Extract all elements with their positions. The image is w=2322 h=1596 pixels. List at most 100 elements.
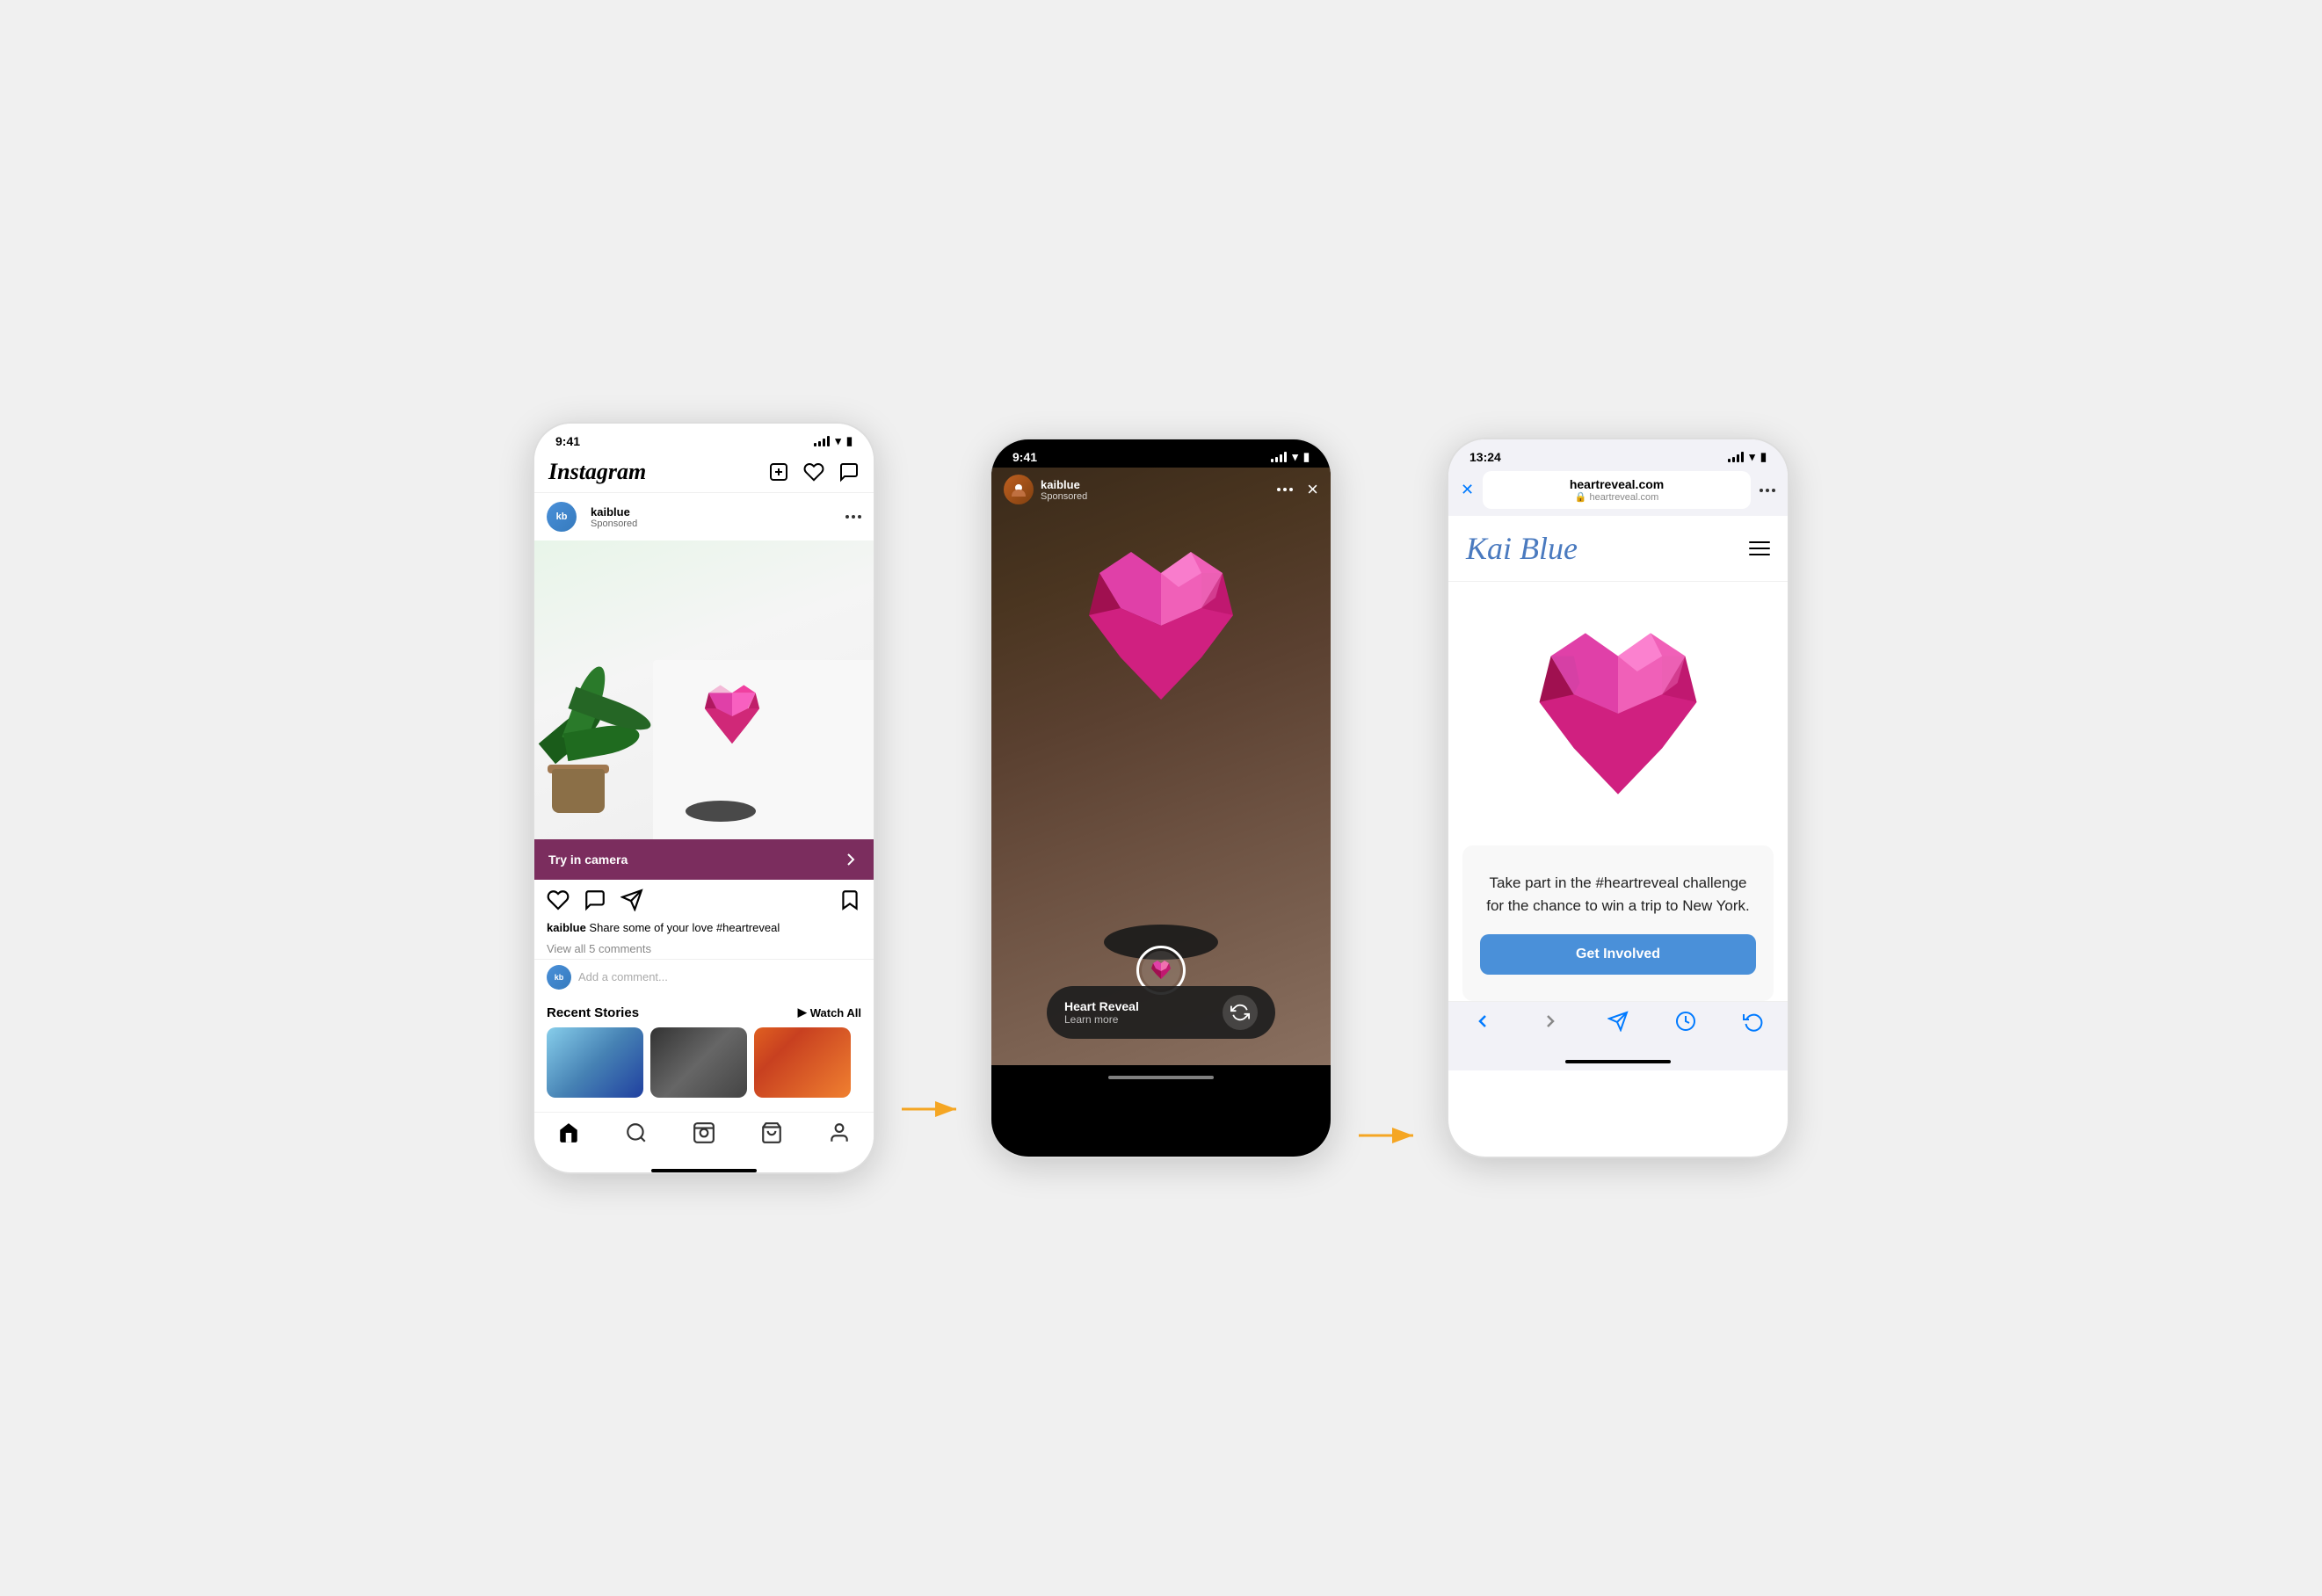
- camera-avatar: [1004, 475, 1034, 504]
- camera-username: kaiblue: [1041, 478, 1087, 491]
- shutter-heart-icon: [1149, 959, 1173, 982]
- battery-icon-1: ▮: [846, 434, 853, 448]
- heart-icon[interactable]: [803, 461, 824, 482]
- post-actions-left: [547, 889, 643, 911]
- camera-options-icon[interactable]: [1277, 488, 1293, 491]
- post-options-icon[interactable]: [845, 515, 861, 519]
- home-nav-icon[interactable]: [557, 1121, 580, 1144]
- like-action-icon[interactable]: [547, 889, 570, 911]
- browser-close-icon[interactable]: ✕: [1461, 481, 1474, 499]
- browser-options-icon[interactable]: [1760, 489, 1775, 492]
- signal-icon-1: [814, 436, 830, 446]
- back-navigation-icon[interactable]: [1472, 1011, 1493, 1032]
- view-comments-link[interactable]: View all 5 comments: [534, 942, 874, 959]
- browser-share-icon[interactable]: [1607, 1011, 1629, 1032]
- story-thumbnail-1[interactable]: [547, 1027, 643, 1098]
- camera-shutter-inner: [1142, 951, 1180, 990]
- plus-icon[interactable]: [768, 461, 789, 482]
- arrow-1: [902, 1097, 963, 1121]
- filter-name: Heart Reveal: [1064, 999, 1139, 1013]
- bookmark-icon[interactable]: [838, 889, 861, 911]
- status-icons-2: ▾ ▮: [1271, 450, 1310, 464]
- story-thumbnail-3[interactable]: [754, 1027, 851, 1098]
- battery-icon-2: ▮: [1303, 450, 1310, 464]
- ar-heart-small: [693, 681, 772, 751]
- instagram-header: Instagram: [534, 452, 874, 493]
- wifi-icon-1: ▾: [835, 434, 841, 448]
- camera-screen: 9:41 ▾ ▮: [990, 438, 1332, 1158]
- cta-section: Take part in the #heartreveal challenge …: [1462, 845, 1774, 1001]
- kai-blue-logo: Kai Blue: [1466, 530, 1578, 567]
- browser-history-icon[interactable]: [1675, 1011, 1696, 1032]
- camera-flip-icon[interactable]: [1223, 995, 1258, 1030]
- status-icons-3: ▾ ▮: [1728, 450, 1767, 464]
- watch-all-button[interactable]: ▶ Watch All: [798, 1005, 861, 1019]
- stories-title: Recent Stories: [547, 1005, 639, 1020]
- chevron-right-icon: [842, 851, 860, 868]
- post-username: kaiblue: [591, 505, 637, 519]
- filter-label: Heart Reveal Learn more: [1064, 999, 1139, 1026]
- post-user-info: kaiblue Sponsored: [591, 505, 637, 529]
- post-sponsored: Sponsored: [591, 519, 637, 529]
- camera-user-text: kaiblue Sponsored: [1041, 478, 1087, 502]
- profile-nav-icon[interactable]: [828, 1121, 851, 1144]
- post-avatar: kb: [547, 502, 577, 532]
- post-actions: [534, 880, 874, 920]
- camera-sponsored: Sponsored: [1041, 491, 1087, 502]
- instagram-logo: Instagram: [548, 459, 646, 485]
- try-in-camera-button[interactable]: Try in camera: [534, 839, 874, 880]
- messenger-icon[interactable]: [838, 461, 860, 482]
- shop-nav-icon[interactable]: [760, 1121, 783, 1144]
- signal-icon-2: [1271, 452, 1287, 462]
- comment-input[interactable]: Add a comment...: [578, 970, 668, 983]
- browser-screen: 13:24 ▾ ▮ ✕ heartreveal.com 🔒 heartrevea…: [1447, 438, 1789, 1158]
- browser-nav-bar: ✕ heartreveal.com 🔒 heartreveal.com: [1448, 464, 1788, 516]
- camera-top-controls: ×: [1277, 478, 1318, 501]
- status-time-3: 13:24: [1469, 450, 1501, 464]
- camera-user-info: kaiblue Sponsored: [1004, 475, 1087, 504]
- forward-navigation-icon[interactable]: [1540, 1011, 1561, 1032]
- share-action-icon[interactable]: [620, 889, 643, 911]
- camera-close-icon[interactable]: ×: [1307, 478, 1318, 501]
- search-nav-icon[interactable]: [625, 1121, 648, 1144]
- commenter-avatar: kb: [547, 965, 571, 990]
- stories-header: Recent Stories ▶ Watch All: [534, 995, 874, 1027]
- signal-icon-3: [1728, 452, 1744, 462]
- status-time-1: 9:41: [555, 434, 580, 448]
- watch-all-play-icon: ▶: [798, 1005, 807, 1019]
- browser-home-indicator-wrap: [1448, 1053, 1788, 1070]
- home-indicator-2: [1108, 1076, 1214, 1079]
- status-icons-1: ▾ ▮: [814, 434, 853, 448]
- ig-header-icons: [768, 461, 860, 482]
- status-bar-2: 9:41 ▾ ▮: [991, 439, 1331, 468]
- camera-header: kaiblue Sponsored ×: [991, 475, 1331, 504]
- story-thumbnail-2[interactable]: [650, 1027, 747, 1098]
- arrow-2: [1359, 1123, 1420, 1148]
- add-comment-row: kb Add a comment...: [534, 959, 874, 995]
- filter-learn-more[interactable]: Learn more: [1064, 1013, 1139, 1026]
- shadow-oval: [686, 801, 756, 822]
- hamburger-menu-icon[interactable]: [1749, 541, 1770, 555]
- browser-heart-section: [1448, 582, 1788, 845]
- pot-decoration: [552, 769, 605, 813]
- wifi-icon-3: ▾: [1749, 450, 1755, 464]
- battery-icon-3: ▮: [1760, 450, 1767, 464]
- browser-url-sub: 🔒 heartreveal.com: [1493, 491, 1740, 503]
- instagram-screen: 9:41 ▾ ▮ Instagram: [533, 422, 875, 1173]
- status-bar-3: 13:24 ▾ ▮: [1448, 439, 1788, 464]
- browser-content: Kai Blue: [1448, 516, 1788, 1001]
- browser-ar-heart: [1513, 617, 1723, 810]
- post-caption: kaiblue Share some of your love #heartre…: [534, 920, 874, 941]
- stories-row: [534, 1027, 874, 1112]
- home-indicator-1: [651, 1169, 757, 1172]
- post-header: kb kaiblue Sponsored: [534, 493, 874, 540]
- ar-heart-camera: [1064, 538, 1258, 714]
- reels-nav-icon[interactable]: [693, 1121, 715, 1144]
- ig-bottom-nav: [534, 1112, 874, 1165]
- browser-url-main: heartreveal.com: [1493, 477, 1740, 491]
- comment-action-icon[interactable]: [584, 889, 606, 911]
- status-bar-1: 9:41 ▾ ▮: [534, 424, 874, 452]
- wifi-icon-2: ▾: [1292, 450, 1298, 464]
- get-involved-button[interactable]: Get Involved: [1480, 934, 1756, 975]
- browser-reload-icon[interactable]: [1743, 1011, 1764, 1032]
